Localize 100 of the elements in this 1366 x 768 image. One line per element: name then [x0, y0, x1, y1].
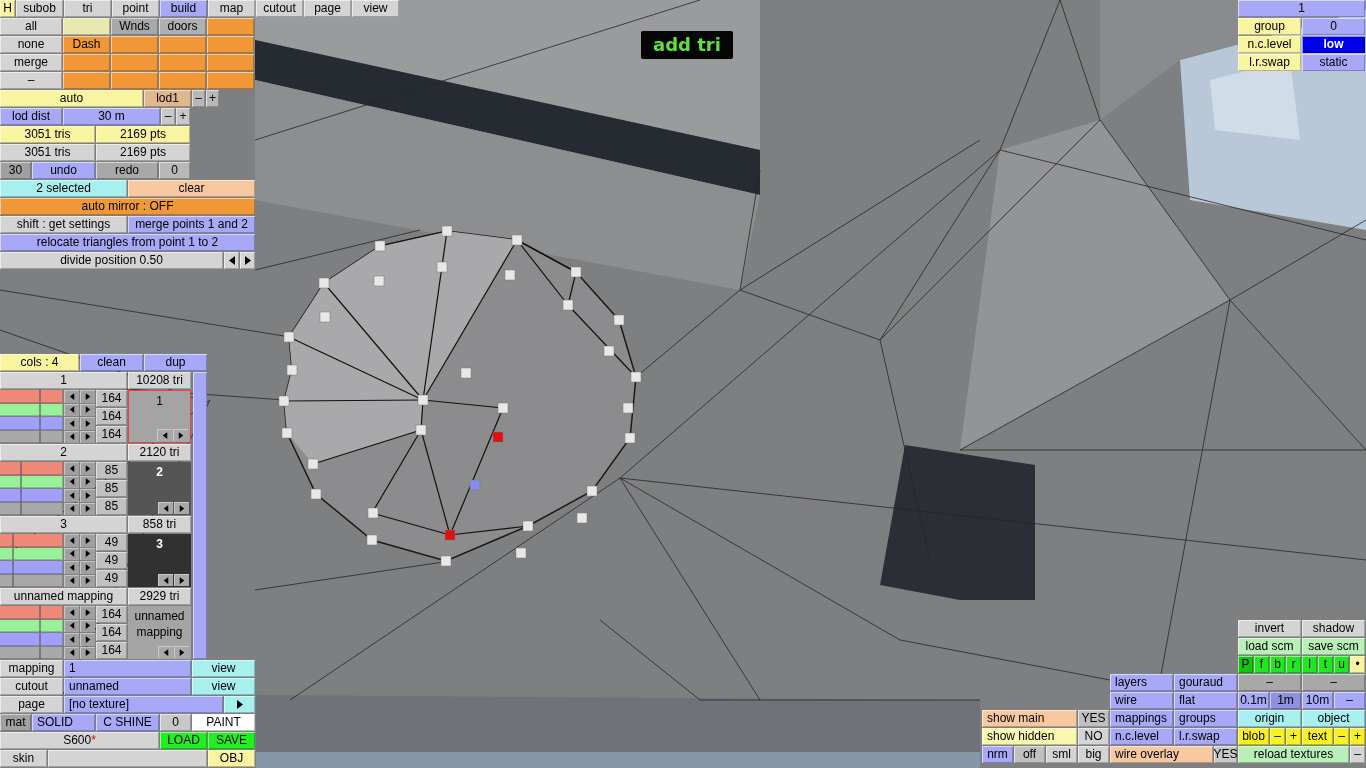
panel-button[interactable]: 2 selected [0, 180, 127, 197]
panel-button[interactable]: – [1350, 746, 1365, 763]
blank-button[interactable] [111, 54, 158, 71]
panel-button[interactable]: divide position 0.50 [0, 252, 223, 269]
panel-button[interactable]: cols : 4 [0, 354, 79, 371]
color-slider[interactable] [0, 633, 63, 646]
arrow-button[interactable] [80, 633, 95, 646]
arrow-button[interactable] [64, 390, 79, 403]
panel-button[interactable]: 0.1m [1238, 692, 1269, 709]
panel-button[interactable]: C SHINE [96, 714, 159, 731]
panel-button[interactable]: merge [0, 54, 62, 71]
slider-thumb[interactable] [39, 417, 42, 430]
slider-thumb[interactable] [39, 619, 42, 632]
arrow-button[interactable] [158, 574, 173, 586]
panel-button[interactable]: 1 [64, 660, 191, 677]
panel-button[interactable]: tri [64, 0, 111, 17]
panel-button[interactable]: wire [1110, 692, 1173, 709]
vertex-handle[interactable] [286, 364, 298, 376]
vertex-handle[interactable] [415, 424, 427, 436]
panel-button[interactable]: 2169 pts [96, 126, 190, 143]
vertex-handle[interactable] [444, 529, 456, 541]
arrow-button[interactable] [158, 646, 173, 658]
color-slider[interactable] [0, 417, 63, 430]
blank-button[interactable] [63, 72, 110, 89]
arrow-button[interactable] [64, 534, 79, 547]
color-swatch[interactable]: 1 [128, 390, 191, 443]
blank-button[interactable] [111, 72, 158, 89]
selected-faces-drawing[interactable] [278, 225, 642, 567]
panel-button[interactable]: shift : get settings [0, 216, 127, 233]
panel-button[interactable]: n.c.level [1110, 728, 1173, 745]
slider-thumb[interactable] [11, 534, 14, 547]
slider-thumb[interactable] [39, 403, 42, 416]
arrow-button[interactable] [80, 606, 95, 619]
panel-button[interactable]: t [1318, 656, 1333, 673]
arrow-button[interactable] [64, 462, 79, 475]
panel-button[interactable]: page [0, 696, 63, 713]
color-slider[interactable] [0, 606, 63, 619]
vertex-handle[interactable] [460, 367, 472, 379]
panel-button[interactable]: NO [1078, 728, 1109, 745]
panel-button[interactable]: 30 [0, 162, 31, 179]
panel-button[interactable]: layers [1110, 674, 1173, 691]
panel-button[interactable]: OBJ [208, 750, 255, 767]
panel-button[interactable]: – [161, 108, 175, 125]
panel-button[interactable]: big [1078, 746, 1109, 763]
slider-thumb[interactable] [11, 574, 14, 587]
panel-button[interactable]: blob [1238, 728, 1269, 745]
vertex-handle[interactable] [440, 555, 452, 567]
panel-button[interactable]: none [0, 36, 62, 53]
panel-button[interactable]: flat [1174, 692, 1237, 709]
panel-button[interactable]: P [1238, 656, 1253, 673]
vertex-handle[interactable] [469, 479, 481, 491]
panel-button[interactable]: load scm [1238, 638, 1301, 655]
vertex-handle[interactable] [586, 485, 598, 497]
panel-button[interactable]: – [1270, 728, 1285, 745]
panel-button[interactable]: text [1302, 728, 1333, 745]
arrow-button[interactable] [80, 489, 95, 502]
panel-button[interactable]: YES [1214, 746, 1237, 763]
panel-button[interactable]: YES [1078, 710, 1109, 727]
panel-button[interactable]: origin [1238, 710, 1301, 727]
arrow-button[interactable] [64, 633, 79, 646]
panel-button[interactable]: • [1350, 656, 1365, 673]
panel-button[interactable]: map [208, 0, 255, 17]
panel-button[interactable]: – [0, 72, 62, 89]
panel-button[interactable]: SOLID [32, 714, 95, 731]
vertex-handle[interactable] [576, 512, 588, 524]
panel-button[interactable]: auto mirror : OFF [0, 198, 255, 215]
panel-button[interactable]: doors [159, 18, 206, 35]
vertex-handle[interactable] [562, 299, 574, 311]
panel-button[interactable]: b [1270, 656, 1285, 673]
arrow-button[interactable] [158, 502, 173, 514]
vertex-handle[interactable] [570, 266, 582, 278]
color-slider[interactable] [0, 534, 63, 547]
blank-button[interactable] [207, 18, 254, 35]
panel-button[interactable]: 1m [1270, 692, 1301, 709]
panel-button[interactable]: off [1014, 746, 1045, 763]
panel-button[interactable]: reload textures [1238, 746, 1349, 763]
vertex-handle[interactable] [441, 225, 453, 237]
blank-button[interactable] [63, 54, 110, 71]
slider-thumb[interactable] [20, 462, 23, 475]
panel-button[interactable]: 3051 tris [0, 126, 95, 143]
color-swatch[interactable]: unnamed mapping [128, 606, 191, 659]
arrow-button[interactable] [64, 561, 79, 574]
arrow-button[interactable] [224, 252, 239, 269]
panel-button[interactable]: nrm [982, 746, 1013, 763]
panel-button[interactable]: cutout [0, 678, 63, 695]
vertex-handle[interactable] [436, 261, 448, 273]
blank-button[interactable] [159, 72, 206, 89]
color-swatch[interactable]: 3 [128, 534, 191, 587]
slider-thumb[interactable] [39, 390, 42, 403]
panel-button[interactable]: skin [0, 750, 47, 767]
vertex-handle[interactable] [373, 275, 385, 287]
panel-button[interactable]: redo [96, 162, 158, 179]
panel-button[interactable]: groups [1174, 710, 1237, 727]
panel-button[interactable]: cutout [256, 0, 303, 17]
vertex-handle[interactable] [307, 458, 319, 470]
vertex-handle[interactable] [281, 427, 293, 439]
panel-button[interactable]: clean [80, 354, 143, 371]
slider-thumb[interactable] [11, 561, 14, 574]
blank-button[interactable] [159, 54, 206, 71]
panel-button[interactable]: build [160, 0, 207, 17]
